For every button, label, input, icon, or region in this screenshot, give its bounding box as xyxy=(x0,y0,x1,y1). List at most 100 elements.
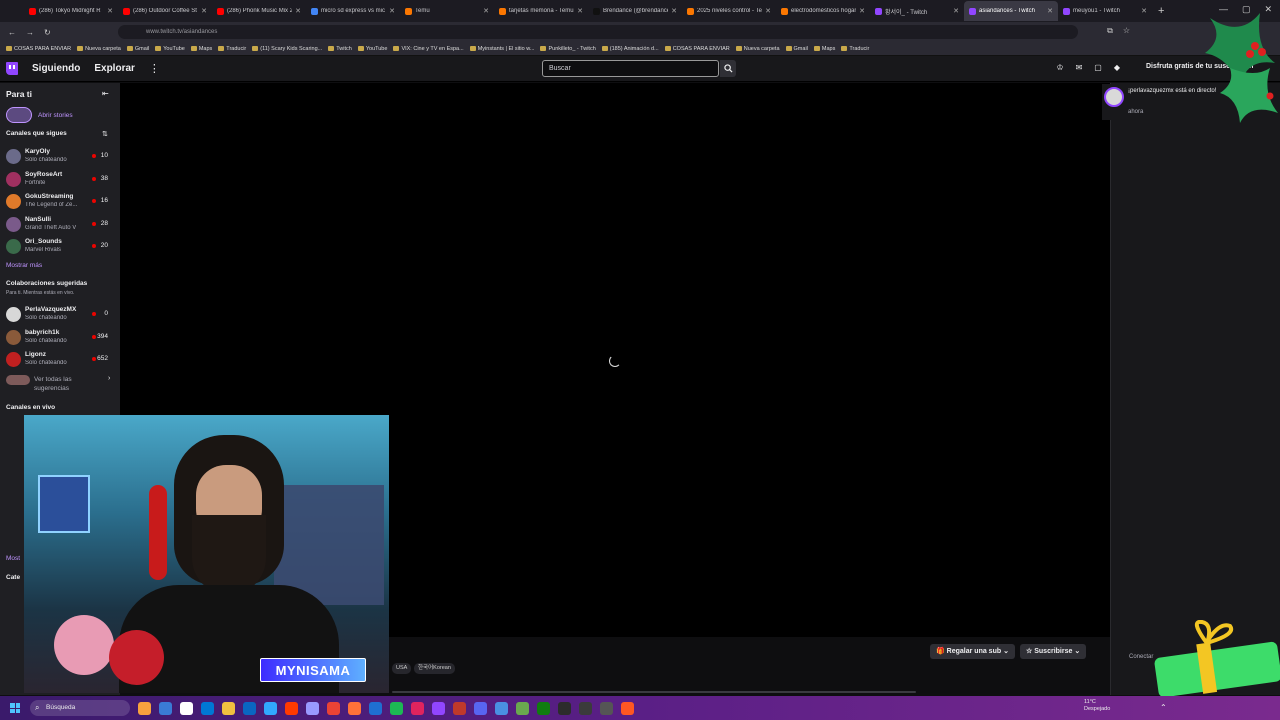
forward-icon[interactable]: → xyxy=(26,28,34,37)
nav-browse-link[interactable]: Explorar xyxy=(94,63,135,74)
taskbar-app-icon[interactable] xyxy=(159,701,172,715)
channel-item[interactable]: SoyRoseArt Fortnite 38 xyxy=(6,170,114,190)
close-tab-icon[interactable]: ✕ xyxy=(295,7,301,15)
bookmark-item[interactable]: YouTube xyxy=(357,46,387,52)
close-tab-icon[interactable]: ✕ xyxy=(577,7,583,15)
browser-tab[interactable]: (286) Phonk Music Mix 2 ✕ xyxy=(212,1,306,21)
close-tab-icon[interactable]: ✕ xyxy=(201,7,207,15)
taskbar-app-icon[interactable] xyxy=(537,701,550,715)
close-tab-icon[interactable]: ✕ xyxy=(107,7,113,15)
crown-icon[interactable]: ♔ xyxy=(1056,63,1063,72)
taskbar-app-icon[interactable] xyxy=(369,701,382,715)
twitch-logo-icon[interactable] xyxy=(6,62,18,75)
tag-korean[interactable]: 한국어Korean xyxy=(414,663,455,674)
close-tab-icon[interactable]: ✕ xyxy=(671,7,677,15)
channel-item[interactable]: PerlaVazquezMX Solo chateando 0 xyxy=(6,305,114,325)
channel-item[interactable]: NanSulli Grand Theft Auto V 28 xyxy=(6,215,114,235)
close-tab-icon[interactable]: ✕ xyxy=(765,7,771,15)
taskbar-app-icon[interactable] xyxy=(516,701,529,715)
see-all-suggestions[interactable]: Ver todas las sugerencias › xyxy=(6,375,110,393)
tray-chevron-icon[interactable]: ⌃ xyxy=(1160,703,1167,712)
back-icon[interactable]: ← xyxy=(8,28,16,37)
taskbar-app-icon[interactable] xyxy=(180,701,193,715)
horizontal-scrollbar[interactable] xyxy=(392,691,916,693)
bookmark-item[interactable]: Traducir xyxy=(218,46,246,52)
taskbar-app-icon[interactable] xyxy=(411,701,424,715)
browser-tab[interactable]: Brendance (@brendance ✕ xyxy=(588,1,682,21)
reload-icon[interactable]: ↻ xyxy=(44,28,51,37)
taskbar-search[interactable]: Búsqueda xyxy=(30,700,130,716)
taskbar-app-icon[interactable] xyxy=(138,701,151,715)
channel-item[interactable]: GokuStreaming The Legend of Ze... 16 xyxy=(6,192,114,212)
bookmark-item[interactable]: Nueva carpeta xyxy=(77,46,121,52)
browser-tab[interactable]: electrodomésticos hogar ✕ xyxy=(776,1,870,21)
show-more-live-link[interactable]: Most xyxy=(6,555,20,562)
browser-tab[interactable]: 2025 niveles control - Te ✕ xyxy=(682,1,776,21)
new-tab-button[interactable]: + xyxy=(1158,5,1164,17)
taskbar-app-icon[interactable] xyxy=(243,701,256,715)
show-more-link[interactable]: Mostrar más xyxy=(6,262,42,269)
taskbar-app-icon[interactable] xyxy=(264,701,277,715)
close-tab-icon[interactable]: ✕ xyxy=(389,7,395,15)
taskbar-app-icon[interactable] xyxy=(285,701,298,715)
channel-item[interactable]: KaryOly Solo chateando 10 xyxy=(6,147,114,167)
search-button[interactable] xyxy=(720,60,736,77)
open-stories-button[interactable]: Abrir stories xyxy=(6,107,73,123)
channel-item[interactable]: babyrich1k Solo chateando 394 xyxy=(6,328,114,348)
taskbar-app-icon[interactable] xyxy=(474,701,487,715)
bookmark-item[interactable]: Myinstants | El sitio w... xyxy=(469,46,534,52)
browser-tab[interactable]: 황서이_ - Twitch ✕ xyxy=(870,1,964,21)
browser-tab[interactable]: Temu ✕ xyxy=(400,1,494,21)
browser-tab[interactable]: (286) Outdoor Coffee St ✕ xyxy=(118,1,212,21)
bookmark-item[interactable]: Traducir xyxy=(841,46,869,52)
taskbar-app-icon[interactable] xyxy=(453,701,466,715)
bookmark-item[interactable]: (185) Animación d... xyxy=(601,46,659,52)
close-tab-icon[interactable]: ✕ xyxy=(953,7,959,15)
bookmark-item[interactable]: Twitch xyxy=(328,46,352,52)
taskbar-app-icon[interactable] xyxy=(306,701,319,715)
taskbar-app-icon[interactable] xyxy=(201,701,214,715)
bookmark-item[interactable]: Gmail xyxy=(785,46,808,52)
taskbar-app-icon[interactable] xyxy=(432,701,445,715)
gift-sub-button[interactable]: 🎁 Regalar una sub ⌄ xyxy=(930,644,1015,659)
bookmark-item[interactable]: COSAS PARA ENVIAR xyxy=(664,46,730,52)
search-input[interactable]: Buscar xyxy=(542,60,719,77)
taskbar-app-icon[interactable] xyxy=(621,701,634,715)
inbox-icon[interactable]: ✉ xyxy=(1076,63,1083,72)
bookmark-item[interactable]: VIX: Cine y TV en Espa... xyxy=(393,46,464,52)
bookmark-item[interactable]: (11) Scary Kids Scaring... xyxy=(252,46,322,52)
bookmark-item[interactable]: COSAS PARA ENVIAR xyxy=(6,46,71,52)
url-field[interactable]: www.twitch.tv/asiandances xyxy=(118,25,1078,39)
weather-widget[interactable]: 11°C Despejado xyxy=(1084,699,1110,713)
close-tab-icon[interactable]: ✕ xyxy=(483,7,489,15)
collapse-sidebar-icon[interactable]: ⇤ xyxy=(102,89,109,98)
browser-tab[interactable]: micro sd express vs mic ✕ xyxy=(306,1,400,21)
bookmark-item[interactable]: YouTube xyxy=(155,46,185,52)
bookmark-item[interactable]: Punkilleto_ - Twitch xyxy=(540,46,596,52)
nav-following-link[interactable]: Siguiendo xyxy=(32,63,80,74)
close-tab-icon[interactable]: ✕ xyxy=(1141,7,1147,15)
start-icon[interactable] xyxy=(10,703,20,713)
extensions-icon[interactable]: ⧉ xyxy=(1107,26,1113,36)
bookmark-item[interactable]: Maps xyxy=(813,46,835,52)
sort-icon[interactable]: ⇅ xyxy=(102,130,108,138)
bookmark-item[interactable]: Gmail xyxy=(126,46,149,52)
channel-item[interactable]: Ori_Sounds Marvel Rivals 20 xyxy=(6,237,114,257)
close-tab-icon[interactable]: ✕ xyxy=(1047,7,1053,15)
tag-usa[interactable]: USA xyxy=(392,663,412,674)
browser-tab[interactable]: asiandances - Twitch ✕ xyxy=(964,1,1058,21)
close-tab-icon[interactable]: ✕ xyxy=(859,7,865,15)
taskbar-app-icon[interactable] xyxy=(222,701,235,715)
taskbar-app-icon[interactable] xyxy=(390,701,403,715)
browser-tab[interactable]: tarjetas memoria - Temu ✕ xyxy=(494,1,588,21)
bits-icon[interactable]: ◆ xyxy=(1114,63,1120,72)
taskbar-app-icon[interactable] xyxy=(600,701,613,715)
taskbar-app-icon[interactable] xyxy=(495,701,508,715)
bookmark-item[interactable]: Nueva carpeta xyxy=(735,46,780,52)
more-menu-icon[interactable]: ⋮ xyxy=(149,62,160,75)
browser-tab[interactable]: (286) Tokyo Midnight R ✕ xyxy=(24,1,118,21)
browser-tab[interactable]: meuyou1 - Twitch ✕ xyxy=(1058,1,1152,21)
subscribe-button[interactable]: ☆ Suscribirse ⌄ xyxy=(1020,644,1087,659)
taskbar-app-icon[interactable] xyxy=(327,701,340,715)
taskbar-app-icon[interactable] xyxy=(348,701,361,715)
